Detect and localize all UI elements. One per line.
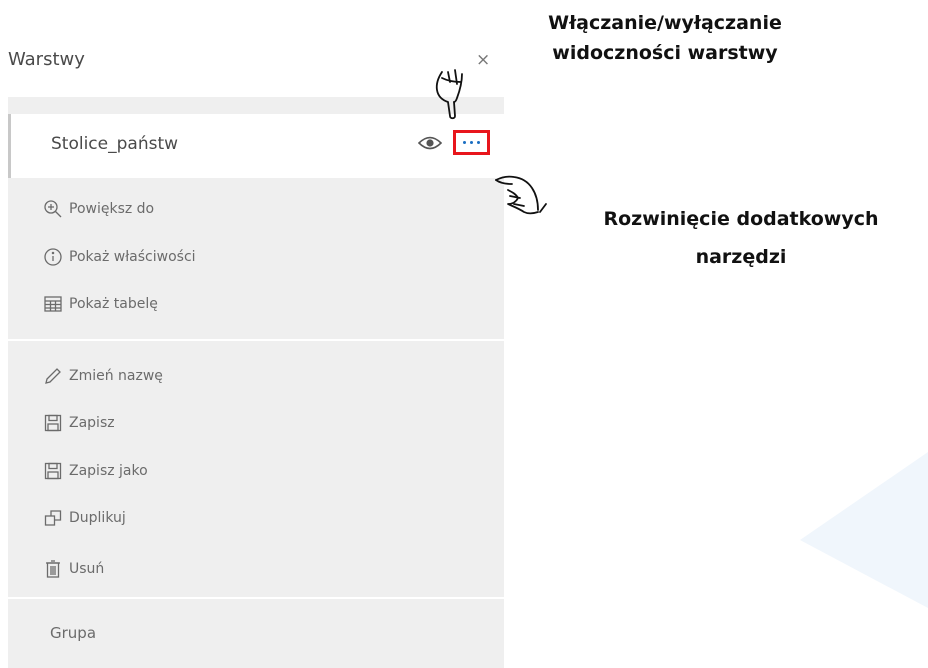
annotation-visibility: Włączanie/wyłączanie widoczności warstwy [500,8,830,68]
menu-item-label: Duplikuj [69,510,126,526]
menu-item-label: Zapisz [69,415,115,431]
duplicate-icon [43,508,63,528]
menu-item-group[interactable]: Grupa [50,624,96,642]
menu-item-label: Zapisz jako [69,463,148,479]
menu-divider [8,597,504,599]
pointing-hand-icon [435,69,463,120]
eye-icon[interactable] [418,135,442,151]
menu-item-duplicate[interactable]: Duplikuj [43,506,126,530]
info-icon [43,247,63,267]
annotation-line: widoczności warstwy [552,42,778,64]
menu-item-show-properties[interactable]: Pokaż właściwości [43,245,196,269]
pencil-icon [43,366,63,386]
menu-item-label: Usuń [69,561,105,577]
menu-item-zoom-to[interactable]: Powiększ do [43,197,154,221]
menu-item-label: Powiększ do [69,201,155,217]
menu-item-show-table[interactable]: Pokaż tabelę [43,292,158,316]
pointing-hand-icon [495,175,547,215]
annotation-more-tools: Rozwinięcie dodatkowych narzędzi [566,200,916,276]
close-button[interactable]: × [476,50,490,70]
menu-item-label: Pokaż tabelę [69,296,158,312]
save-as-icon [43,461,63,481]
menu-item-label: Zmień nazwę [69,368,163,384]
annotation-line: Włączanie/wyłączanie [548,12,782,34]
zoom-in-icon [43,199,63,219]
trash-icon [43,559,63,579]
background-decoration [800,452,928,608]
menu-item-label: Pokaż właściwości [69,249,196,265]
annotation-line: Rozwinięcie dodatkowych [603,208,879,230]
save-icon [43,413,63,433]
ellipsis-icon [463,141,466,144]
menu-item-rename[interactable]: Zmień nazwę [43,364,163,388]
menu-item-delete[interactable]: Usuń [43,557,104,581]
menu-item-save[interactable]: Zapisz [43,411,115,435]
layer-name: Stolice_państw [51,134,179,154]
more-options-button[interactable] [453,130,490,155]
table-icon [43,294,63,314]
annotation-line: narzędzi [695,246,787,268]
menu-item-save-as[interactable]: Zapisz jako [43,459,148,483]
layer-row[interactable]: Stolice_państw [8,114,504,178]
menu-divider [8,339,504,341]
panel-title: Warstwy [8,49,85,70]
